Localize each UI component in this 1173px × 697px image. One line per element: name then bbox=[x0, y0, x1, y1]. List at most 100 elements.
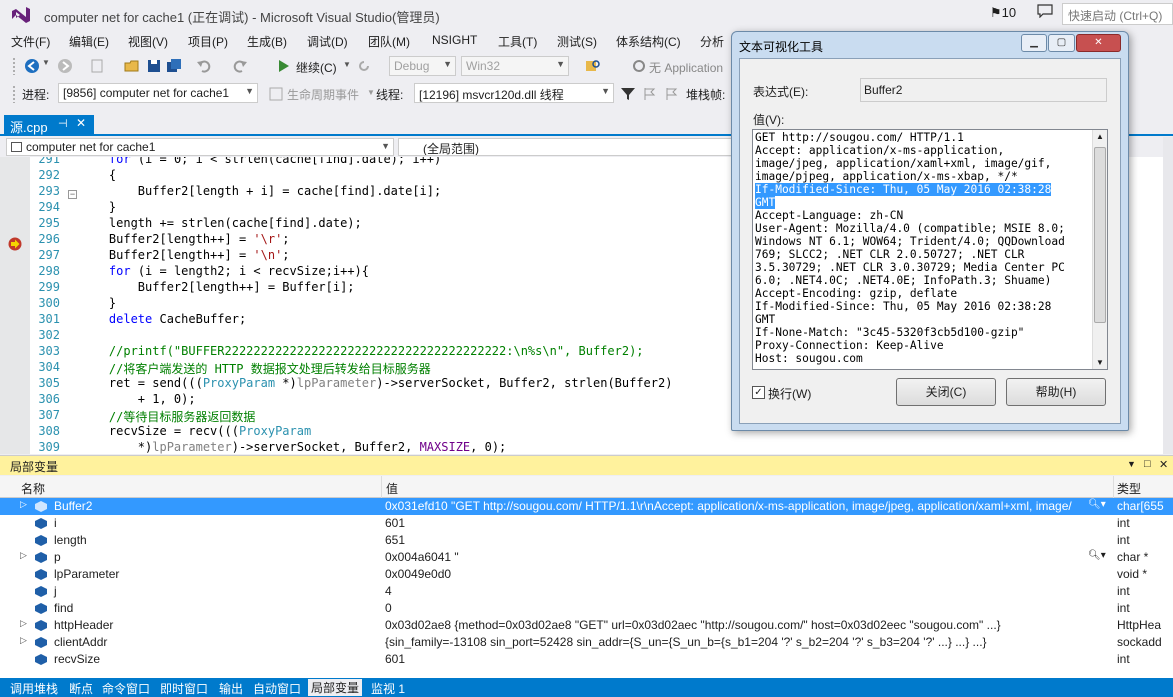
notifications-indicator[interactable]: ⚑10 bbox=[990, 5, 1016, 21]
locals-row[interactable]: j 4 int bbox=[0, 583, 1173, 600]
expand-arrow-icon[interactable]: ▷ bbox=[20, 635, 27, 646]
member-scope-select[interactable]: (全局范围) bbox=[398, 138, 740, 156]
menu-team[interactable]: 团队(M) bbox=[368, 33, 410, 50]
new-project-icon[interactable] bbox=[90, 58, 106, 74]
process-select[interactable]: [9856] computer net for cache1 ▼ bbox=[58, 83, 258, 103]
menu-nsight[interactable]: NSIGHT bbox=[432, 33, 477, 47]
restore-button[interactable]: ▢ bbox=[1048, 34, 1075, 52]
column-name-header[interactable]: 名称 bbox=[21, 480, 45, 497]
variable-value[interactable]: 0x0049e0d0 bbox=[385, 567, 1085, 581]
save-icon[interactable] bbox=[146, 58, 162, 74]
expression-field[interactable]: Buffer2 bbox=[860, 78, 1107, 102]
back-dropdown-icon[interactable]: ▼ bbox=[42, 58, 50, 67]
menu-file[interactable]: 文件(F) bbox=[11, 33, 50, 50]
toolbar-grip[interactable] bbox=[12, 57, 16, 75]
expand-arrow-icon[interactable]: ▷ bbox=[20, 499, 27, 510]
save-all-icon[interactable] bbox=[166, 58, 182, 74]
expand-arrow-icon[interactable]: ▷ bbox=[20, 550, 27, 561]
variable-value[interactable]: 0x004a6041 " bbox=[385, 550, 1085, 564]
scroll-up-icon[interactable]: ▲ bbox=[1096, 132, 1104, 141]
value-textarea[interactable]: GET http://sougou.com/ HTTP/1.1 Accept: a… bbox=[752, 129, 1108, 370]
breakpoint-current-line-icon[interactable] bbox=[8, 237, 22, 251]
quick-launch-input[interactable]: 快速启动 (Ctrl+Q) bbox=[1062, 3, 1173, 25]
scroll-down-icon[interactable]: ▼ bbox=[1096, 358, 1104, 367]
maximize-icon[interactable]: □ bbox=[1144, 458, 1151, 470]
scrollbar-thumb[interactable] bbox=[1094, 147, 1106, 323]
locals-row[interactable]: ▷ clientAddr {sin_family=-13108 sin_port=5… bbox=[0, 634, 1173, 651]
show-flagged-icon[interactable] bbox=[664, 86, 680, 102]
menu-edit[interactable]: 编辑(E) bbox=[69, 33, 109, 50]
tab-breakpoints[interactable]: 断点 bbox=[69, 680, 93, 697]
configuration-select[interactable]: Debug ▼ bbox=[389, 56, 456, 76]
continue-icon[interactable] bbox=[276, 58, 292, 74]
navigate-forward-icon[interactable] bbox=[57, 58, 73, 74]
variable-value[interactable]: 0x031efd10 "GET http://sougou.com/ HTTP/… bbox=[385, 499, 1085, 513]
locals-row[interactable]: ▷ httpHeader 0x03d02ae8 {method=0x03d02ae8… bbox=[0, 617, 1173, 634]
flag-threads-icon[interactable] bbox=[642, 86, 658, 102]
restart-icon[interactable] bbox=[356, 58, 372, 74]
close-button[interactable]: 关闭(C) bbox=[896, 378, 996, 406]
tab-immediate-window[interactable]: 即时窗口 bbox=[160, 680, 208, 697]
navigate-back-icon[interactable] bbox=[24, 58, 40, 74]
tab-output[interactable]: 输出 bbox=[219, 680, 243, 697]
open-file-icon[interactable] bbox=[124, 58, 140, 74]
redo-icon[interactable] bbox=[232, 58, 248, 74]
menu-debug[interactable]: 调试(D) bbox=[307, 33, 348, 50]
lifecycle-dropdown-icon[interactable]: ▼ bbox=[367, 88, 375, 97]
menu-tools[interactable]: 工具(T) bbox=[498, 33, 537, 50]
pin-icon[interactable]: ⊣ bbox=[58, 117, 68, 130]
filter-icon[interactable] bbox=[620, 86, 636, 102]
minimize-button[interactable]: ▁ bbox=[1021, 34, 1047, 52]
column-type-header[interactable]: 类型 bbox=[1117, 480, 1141, 497]
menu-build[interactable]: 生成(B) bbox=[247, 33, 287, 50]
expand-arrow-icon[interactable]: ▷ bbox=[20, 618, 27, 629]
word-wrap-label[interactable]: 换行(W) bbox=[768, 385, 811, 402]
toolbar-grip[interactable] bbox=[12, 85, 16, 103]
tab-autos[interactable]: 自动窗口 bbox=[253, 680, 301, 697]
visualizer-magnifier-icon[interactable]: 🔍︎▾ bbox=[1088, 550, 1106, 561]
lifecycle-events-button[interactable]: 生命周期事件 bbox=[287, 86, 359, 103]
locals-row[interactable]: length 651 int bbox=[0, 532, 1173, 549]
editor-vertical-scrollbar[interactable] bbox=[1163, 137, 1173, 454]
outline-collapse-icon[interactable]: − bbox=[68, 190, 77, 199]
undo-icon[interactable] bbox=[196, 58, 212, 74]
variable-value[interactable]: {sin_family=-13108 sin_port=52428 sin_ad… bbox=[385, 635, 1085, 649]
locals-row[interactable]: lpParameter 0x0049e0d0 void * bbox=[0, 566, 1173, 583]
menu-view[interactable]: 视图(V) bbox=[128, 33, 168, 50]
column-value-header[interactable]: 值 bbox=[386, 480, 398, 497]
locals-row[interactable]: recvSize 601 int bbox=[0, 651, 1173, 668]
locals-row[interactable]: i 601 int bbox=[0, 515, 1173, 532]
menu-test[interactable]: 测试(S) bbox=[557, 33, 597, 50]
menu-project[interactable]: 项目(P) bbox=[188, 33, 228, 50]
tab-locals[interactable]: 局部变量 bbox=[308, 679, 363, 696]
word-wrap-checkbox[interactable]: ✓ bbox=[752, 386, 765, 399]
platform-select[interactable]: Win32 ▼ bbox=[461, 56, 569, 76]
close-icon[interactable]: ✕ bbox=[76, 116, 86, 130]
locals-row[interactable]: ▷ Buffer2 0x031efd10 "GET http://sougou.co… bbox=[0, 498, 1173, 515]
window-position-dropdown-icon[interactable]: ▼ bbox=[1127, 459, 1136, 469]
locals-row[interactable]: find 0 int bbox=[0, 600, 1173, 617]
continue-button[interactable]: 继续(C) bbox=[296, 59, 337, 76]
tab-command-window[interactable]: 命令窗口 bbox=[102, 680, 150, 697]
help-button[interactable]: 帮助(H) bbox=[1006, 378, 1106, 406]
lifecycle-events-icon[interactable] bbox=[268, 86, 284, 102]
tab-watch-1[interactable]: 监视 1 bbox=[371, 680, 405, 697]
variable-value[interactable]: 601 bbox=[385, 652, 1085, 666]
close-icon[interactable]: ✕ bbox=[1159, 458, 1168, 471]
locals-row[interactable]: ▷ p 0x004a6041 " 🔍︎▾ char * bbox=[0, 549, 1173, 566]
visualizer-magnifier-icon[interactable]: 🔍︎▾ bbox=[1088, 499, 1106, 510]
project-scope-select[interactable]: computer net for cache1 ▼ bbox=[6, 138, 394, 156]
continue-dropdown-icon[interactable]: ▼ bbox=[343, 60, 351, 69]
feedback-icon[interactable] bbox=[1037, 4, 1053, 18]
find-in-files-icon[interactable] bbox=[585, 58, 601, 74]
dialog-close-button[interactable]: ✕ bbox=[1076, 34, 1121, 52]
menu-architecture[interactable]: 体系结构(C) bbox=[616, 33, 681, 50]
variable-value[interactable]: 0x03d02ae8 {method=0x03d02ae8 "GET" url=… bbox=[385, 618, 1085, 632]
tab-call-stack[interactable]: 调用堆栈 bbox=[10, 680, 58, 697]
variable-value[interactable]: 0 bbox=[385, 601, 1085, 615]
variable-value[interactable]: 4 bbox=[385, 584, 1085, 598]
menu-analyze[interactable]: 分析 bbox=[700, 33, 724, 50]
variable-value[interactable]: 651 bbox=[385, 533, 1085, 547]
thread-select[interactable]: [12196] msvcr120d.dll 线程 ▼ bbox=[414, 83, 614, 103]
variable-value[interactable]: 601 bbox=[385, 516, 1085, 530]
